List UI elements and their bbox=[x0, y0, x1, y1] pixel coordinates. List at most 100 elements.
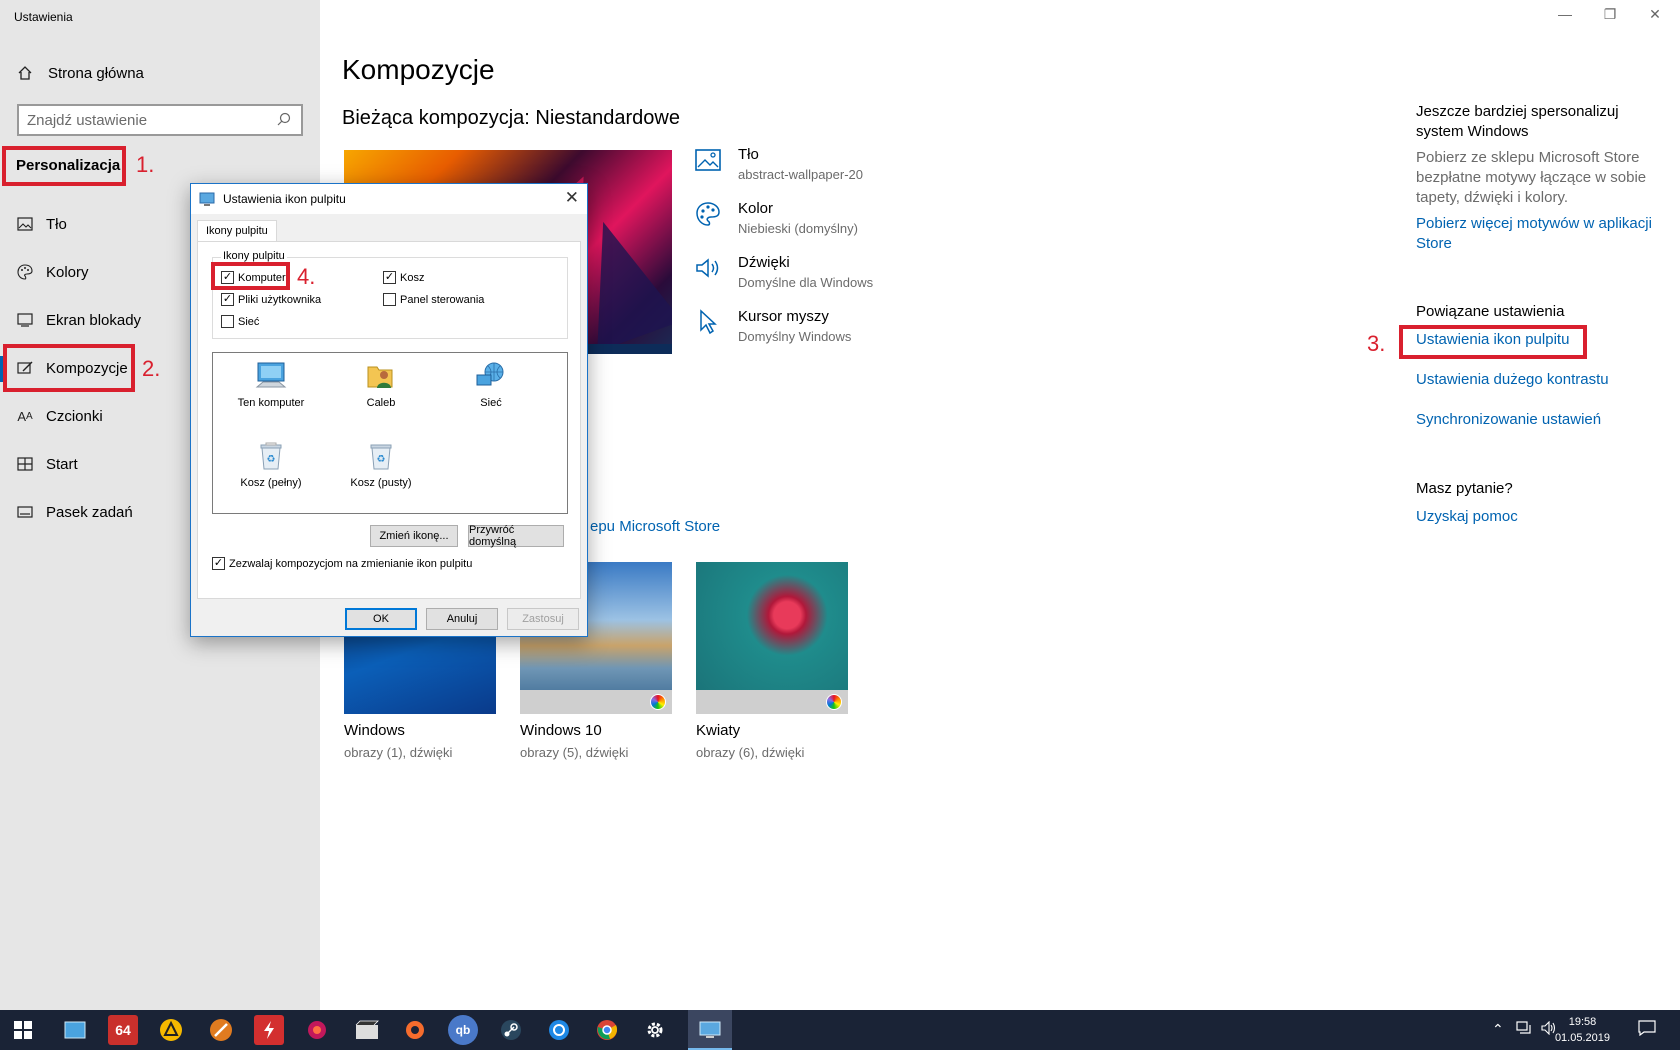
checkbox-panel-sterowania[interactable]: Panel sterowania bbox=[383, 293, 484, 306]
tab-desktop-icons[interactable]: Ikony pulpitu bbox=[197, 220, 277, 241]
taskbar-clock[interactable]: 19:58 01.05.2019 bbox=[1555, 1014, 1610, 1046]
prop-color[interactable]: Kolor Niebieski (domyślny) bbox=[694, 200, 858, 236]
windows-start-icon[interactable] bbox=[8, 1015, 38, 1045]
check-icon: ✓ bbox=[221, 293, 234, 306]
alarm-icon[interactable] bbox=[156, 1015, 186, 1045]
related-settings-title: Powiązane ustawienia bbox=[1416, 303, 1565, 320]
sidebar-item-label: Czcionki bbox=[46, 407, 103, 425]
desktop-app-icon[interactable] bbox=[60, 1015, 90, 1045]
prop-title: Tło bbox=[738, 146, 759, 163]
get-help-link[interactable]: Uzyskaj pomoc bbox=[1416, 507, 1656, 527]
change-icon-button[interactable]: Zmień ikonę... bbox=[370, 525, 458, 547]
sidebar-item-czcionki[interactable]: AA Czcionki bbox=[16, 404, 103, 428]
user-folder-icon bbox=[331, 359, 431, 393]
checkbox-label: Kosz bbox=[400, 271, 425, 284]
checkbox-allow-themes[interactable]: ✓ Zezwalaj kompozycjom na zmienianie ikon… bbox=[212, 557, 472, 570]
color-wheel-icon bbox=[826, 694, 842, 710]
prop-cursor[interactable]: Kursor myszy Domyślny Windows bbox=[694, 308, 851, 344]
aida64-icon[interactable]: 64 bbox=[108, 1015, 138, 1045]
network-icon[interactable] bbox=[544, 1015, 574, 1045]
minimize-button[interactable]: — bbox=[1550, 6, 1580, 22]
chevron-up-icon[interactable]: ⌃ bbox=[1492, 1021, 1504, 1038]
checkbox-label: Sieć bbox=[238, 315, 260, 328]
theme-tile-kwiaty[interactable]: Kwiaty obrazy (6), dźwięki bbox=[696, 562, 848, 760]
checkbox-pliki-uzytkownika[interactable]: ✓ Pliki użytkownika bbox=[221, 293, 321, 306]
sidebar-home[interactable]: Strona główna bbox=[16, 62, 144, 84]
sidebar-item-ekran-blokady[interactable]: Ekran blokady bbox=[16, 308, 141, 332]
home-icon bbox=[16, 64, 34, 82]
qbittorrent-icon[interactable]: qb bbox=[448, 1015, 478, 1045]
brush-icon[interactable] bbox=[206, 1015, 236, 1045]
taskbar-icon bbox=[16, 503, 34, 521]
icon-kosz-pusty[interactable]: ♻ Kosz (pusty) bbox=[331, 439, 431, 489]
prop-sounds[interactable]: Dźwięki Domyślne dla Windows bbox=[694, 254, 873, 290]
related-settings-section: Powiązane ustawienia bbox=[1416, 302, 1656, 322]
prop-sub: Domyślny Windows bbox=[738, 329, 852, 344]
theme-sub: obrazy (6), dźwięki bbox=[696, 745, 805, 760]
film-icon[interactable] bbox=[352, 1015, 382, 1045]
checkbox-siec[interactable]: Sieć bbox=[221, 315, 259, 328]
computer-icon bbox=[221, 359, 321, 393]
ok-button[interactable]: OK bbox=[345, 608, 417, 630]
fonts-icon: AA bbox=[17, 408, 33, 424]
annotation-number-1: 1. bbox=[136, 152, 155, 177]
image-icon bbox=[16, 215, 34, 233]
game-icon[interactable] bbox=[302, 1015, 332, 1045]
high-contrast-link[interactable]: Ustawienia dużego kontrastu bbox=[1416, 371, 1656, 388]
sidebar-item-pasek-zadan[interactable]: Pasek zadań bbox=[16, 500, 133, 524]
icon-caleb[interactable]: Caleb bbox=[331, 359, 431, 409]
icon-siec[interactable]: Sieć bbox=[441, 359, 541, 409]
flash-icon[interactable] bbox=[254, 1015, 284, 1045]
desktop-icons-icon bbox=[199, 191, 215, 207]
desktop-icon-settings-dialog: Ustawienia ikon pulpitu ✕ Ikony pulpitu … bbox=[190, 183, 588, 637]
sidebar-home-label: Strona główna bbox=[48, 64, 144, 82]
apply-button[interactable]: Zastosuj bbox=[507, 608, 579, 630]
sidebar-item-start[interactable]: Start bbox=[16, 452, 78, 476]
checkbox-kosz[interactable]: ✓ Kosz bbox=[383, 271, 424, 284]
close-button[interactable]: ✕ bbox=[1640, 6, 1670, 23]
cancel-button[interactable]: Anuluj bbox=[426, 608, 498, 630]
icon-kosz-pelny[interactable]: ♻ Kosz (pełny) bbox=[221, 439, 321, 489]
personalize-section: Jeszcze bardziej spersonalizuj system Wi… bbox=[1416, 102, 1656, 254]
sidebar-item-label: Ekran blokady bbox=[46, 311, 142, 329]
sync-settings-link[interactable]: Synchronizowanie ustawień bbox=[1416, 411, 1656, 428]
network-tray-icon[interactable] bbox=[1516, 1021, 1532, 1038]
steam-icon[interactable] bbox=[496, 1015, 526, 1045]
recycle-bin-empty-icon: ♻ bbox=[331, 439, 431, 473]
page-title: Kompozycje bbox=[342, 54, 495, 85]
theme-name: Kwiaty bbox=[696, 722, 741, 739]
settings-icon[interactable] bbox=[640, 1015, 670, 1045]
prop-title: Kolor bbox=[738, 200, 774, 217]
sidebar-item-tlo[interactable]: Tło bbox=[16, 212, 67, 236]
icon-label: Sieć bbox=[480, 397, 502, 409]
prop-background[interactable]: Tło abstract-wallpaper-20 bbox=[694, 146, 863, 182]
restore-default-button[interactable]: Przywróć domyślną bbox=[468, 524, 564, 548]
restore-button[interactable]: ❐ bbox=[1595, 6, 1625, 23]
annotation-box-1 bbox=[2, 146, 126, 186]
search-input[interactable] bbox=[27, 111, 277, 129]
theme-sub: obrazy (5), dźwięki bbox=[520, 745, 629, 760]
icon-label: Ten komputer bbox=[237, 397, 305, 409]
icon-label: Kosz (pełny) bbox=[240, 477, 302, 489]
theme-sub: obrazy (1), dźwięki bbox=[344, 745, 453, 760]
sidebar-item-kolory[interactable]: Kolory bbox=[16, 260, 89, 284]
action-center-icon[interactable] bbox=[1638, 1020, 1656, 1039]
store-themes-link[interactable]: epu Microsoft Store bbox=[590, 518, 720, 535]
desktop-icon-list: Ten komputer Caleb Sieć ♻ Kosz (pełny) ♻… bbox=[212, 352, 568, 514]
origin-icon[interactable] bbox=[400, 1015, 430, 1045]
clock-time: 19:58 bbox=[1568, 1016, 1597, 1028]
svg-text:♻: ♻ bbox=[377, 454, 386, 465]
get-more-themes-link[interactable]: Pobierz więcej motywów w aplikacji Store bbox=[1416, 214, 1656, 254]
search-box[interactable] bbox=[17, 104, 303, 136]
desktop-icons-icon[interactable] bbox=[695, 1015, 725, 1045]
prop-sub: Domyślne dla Windows bbox=[738, 275, 874, 290]
icon-ten-komputer[interactable]: Ten komputer bbox=[221, 359, 321, 409]
chrome-icon[interactable] bbox=[592, 1015, 622, 1045]
palette-icon bbox=[16, 263, 34, 281]
dialog-close-button[interactable]: ✕ bbox=[565, 188, 579, 208]
search-icon[interactable] bbox=[277, 112, 293, 128]
dialog-titlebar[interactable]: Ustawienia ikon pulpitu ✕ bbox=[191, 184, 587, 214]
sidebar-item-label: Kolory bbox=[46, 263, 89, 281]
question-section: Masz pytanie? Uzyskaj pomoc bbox=[1416, 479, 1656, 527]
clock-date: 01.05.2019 bbox=[1554, 1032, 1610, 1044]
